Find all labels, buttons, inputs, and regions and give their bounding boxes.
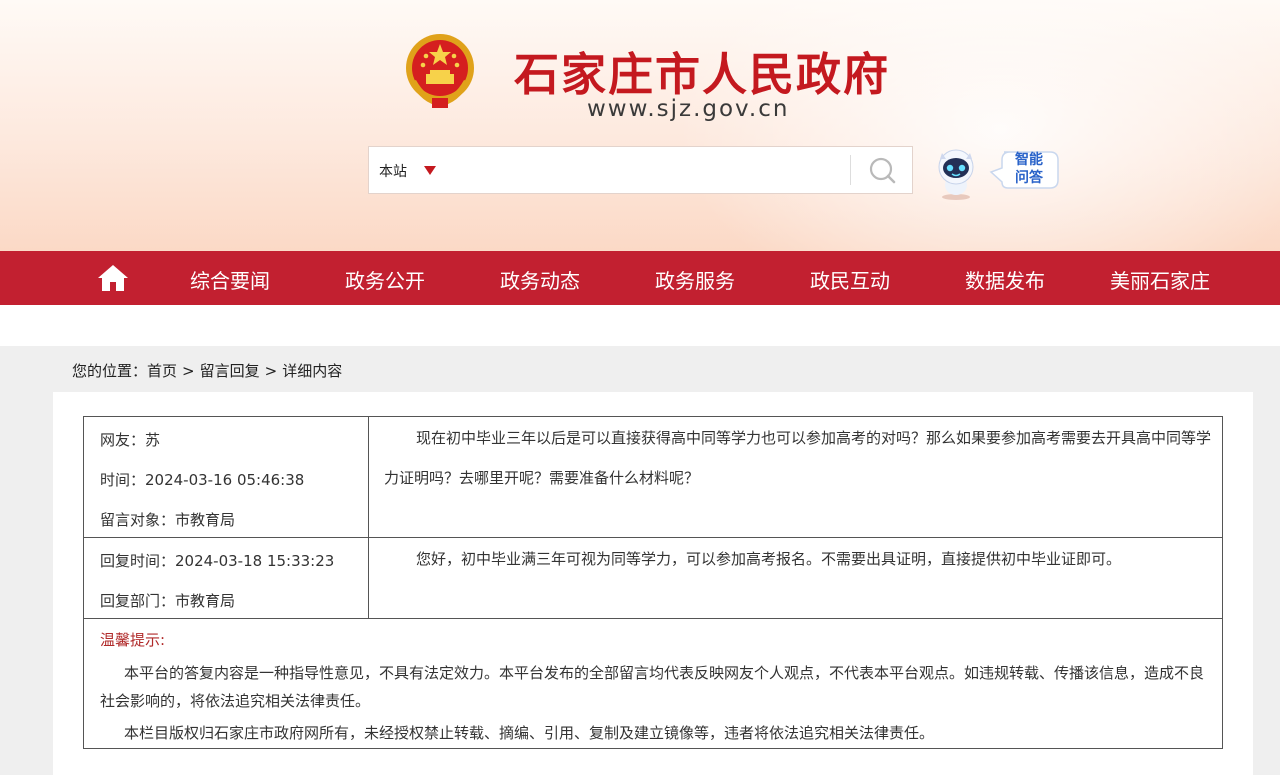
reply-time: 回复时间：2024-03-18 15:33:23 [100, 552, 335, 570]
nav-item-gov-services[interactable]: 政务服务 [655, 265, 735, 294]
breadcrumb-prefix: 您的位置： [72, 362, 148, 380]
national-emblem-icon[interactable] [402, 32, 478, 112]
message-content: 现在初中毕业三年以后是可以直接获得高中同等学力也可以参加高考的对吗？那么如果要参… [384, 429, 1212, 487]
reply-content: 您好，初中毕业满三年可视为同等学力，可以参加高考报名。不需要出具证明，直接提供初… [416, 550, 1122, 568]
message-target: 留言对象：市教育局 [100, 511, 236, 529]
nav-item-open-gov[interactable]: 政务公开 [345, 265, 425, 294]
breadcrumb-current: 详细内容 [282, 362, 343, 380]
home-icon[interactable] [97, 263, 129, 293]
site-url: www.sjz.gov.cn [587, 96, 790, 122]
nav-item-gov-updates[interactable]: 政务动态 [500, 265, 580, 294]
tips-section: 温馨提示: 本平台的答复内容是一种指导性意见，不具有法定效力。本平台发布的全部留… [84, 619, 1222, 749]
tips-paragraph: 本平台的答复内容是一种指导性意见，不具有法定效力。本平台发布的全部留言均代表反映… [100, 664, 1205, 710]
nav-item-data-release[interactable]: 数据发布 [965, 265, 1045, 294]
nav-item-news[interactable]: 综合要闻 [190, 265, 270, 294]
breadcrumb-home[interactable]: 首页 [147, 362, 177, 380]
search-icon[interactable] [861, 153, 905, 187]
reply-department: 回复部门：市教育局 [100, 592, 236, 610]
smart-qa-label[interactable]: 智能问答 [1011, 151, 1047, 187]
search-scope-select[interactable]: 本站 [379, 161, 407, 181]
column-divider [368, 538, 369, 619]
tips-paragraph: 本栏目版权归石家庄市政府网所有，未经授权禁止转载、摘编、引用、复制及建立镜像等，… [124, 724, 935, 742]
robot-icon[interactable] [934, 147, 978, 201]
site-title: 石家庄市人民政府 [514, 48, 891, 101]
breadcrumb-separator: > [264, 362, 278, 380]
reply-row: 回复时间：2024-03-18 15:33:23 回复部门：市教育局 您好，初中… [84, 538, 1222, 619]
nav-item-interaction[interactable]: 政民互动 [810, 265, 890, 294]
message-table: 网友：苏 时间：2024-03-16 05:46:38 留言对象：市教育局 现在… [83, 416, 1223, 749]
message-time: 时间：2024-03-16 05:46:38 [100, 471, 305, 489]
column-divider [368, 417, 369, 538]
site-header: 石家庄市人民政府 www.sjz.gov.cn 本站 智能问答 [0, 0, 1280, 251]
search-divider [850, 155, 851, 185]
nav-item-beautiful-sjz[interactable]: 美丽石家庄 [1110, 265, 1210, 294]
message-user: 网友：苏 [100, 431, 161, 449]
search-input[interactable] [449, 155, 844, 185]
caret-down-icon[interactable] [424, 166, 436, 175]
search-box: 本站 [368, 146, 913, 194]
message-row: 网友：苏 时间：2024-03-16 05:46:38 留言对象：市教育局 现在… [84, 417, 1222, 538]
breadcrumb: 您的位置：首页 > 留言回复 > 详细内容 [72, 360, 342, 381]
breadcrumb-separator: > [182, 362, 195, 380]
tips-title: 温馨提示: [100, 631, 166, 649]
main-nav: 综合要闻 政务公开 政务动态 政务服务 政民互动 数据发布 美丽石家庄 [0, 251, 1280, 305]
breadcrumb-messages[interactable]: 留言回复 [200, 362, 260, 380]
